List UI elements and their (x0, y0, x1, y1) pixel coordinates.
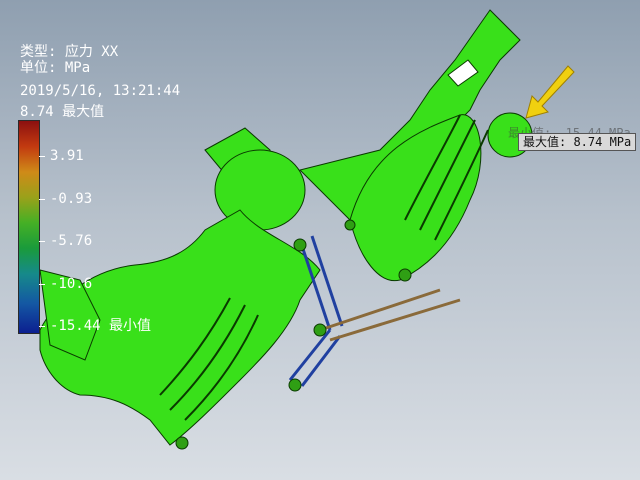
legend-tick-label: -15.44 最小值 (50, 318, 152, 334)
color-scale-bar (18, 120, 40, 334)
rod-part[interactable] (319, 288, 461, 342)
legend-tick-label: -10.6 (50, 276, 93, 292)
legend-type-line: 类型: 应力 XX (20, 44, 119, 60)
graphics-viewport[interactable]: 类型: 应力 XX 单位: MPa 2019/5/16, 13:21:44 8.… (0, 0, 640, 480)
legend-tick-mark (39, 199, 45, 200)
legend-tick-mark (39, 156, 45, 157)
legend-timestamp: 2019/5/16, 13:21:44 (20, 83, 181, 99)
legend-tick-label: 3.91 (50, 148, 84, 164)
legend-tick-label: -0.93 (50, 191, 93, 207)
legend-unit-line: 单位: MPa (20, 60, 91, 76)
legend-tick-mark (39, 284, 45, 285)
legend-max-value: 8.74 最大值 (20, 104, 105, 120)
legend-tick-label: -5.76 (50, 233, 93, 249)
legend-tick-mark (39, 326, 45, 327)
stress-model-view[interactable] (0, 0, 640, 480)
central-hub-part[interactable] (204, 127, 306, 231)
max-value-probe-label[interactable]: 最大值: 8.74 MPa (518, 133, 637, 151)
upper-arm-part[interactable] (299, 9, 533, 282)
max-arrow-icon (525, 65, 575, 119)
legend-tick-mark (39, 241, 45, 242)
